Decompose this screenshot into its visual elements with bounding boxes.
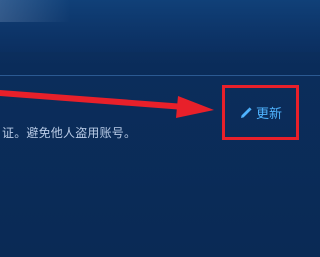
- settings-panel: 证。避免他人盗用账号。 更新: [0, 0, 320, 257]
- annotation-arrow: [0, 90, 214, 118]
